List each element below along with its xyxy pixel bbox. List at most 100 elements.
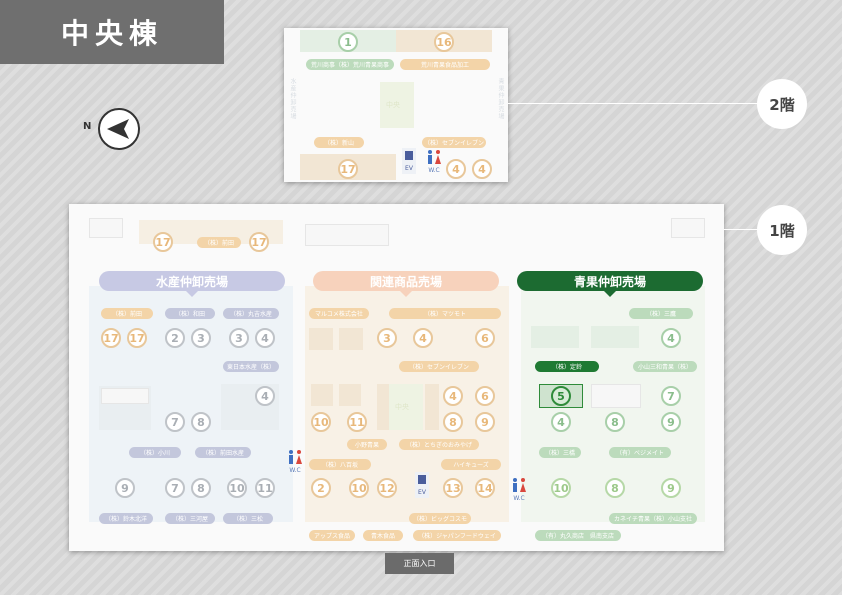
seika-tenant-label: （株）三鷹 <box>629 308 693 319</box>
restroom-icon: W.C <box>289 450 302 474</box>
seika-stall-block <box>591 384 641 408</box>
floor-2-map[interactable]: 1 16 荒川商事（株）荒川青果商事 荒川青果食品加工 水産仲卸売場 青果仲卸売… <box>284 28 508 182</box>
suisan-number: 10 <box>227 478 247 498</box>
elevator-icon: EV <box>415 472 429 498</box>
suisan-tenant-label: 東日本水産（株） <box>223 361 279 372</box>
suisan-number: 7 <box>165 478 185 498</box>
seika-number: 9 <box>661 478 681 498</box>
kanren-number: 12 <box>377 478 397 498</box>
suisan-number: 2 <box>165 328 185 348</box>
seika-number: 9 <box>661 412 681 432</box>
floor2-tenant-label: （株）セブンイレブン <box>422 137 486 148</box>
kanren-number: 10 <box>349 478 369 498</box>
section-seika-header: 青果仲卸売場 <box>517 271 703 297</box>
suisan-number: 4 <box>255 386 275 406</box>
floor2-tenant-label: （株）新山 <box>314 137 364 148</box>
floor1-top-number-17: 17 <box>249 232 269 252</box>
kanren-stall-block <box>309 328 333 350</box>
floor1-top-tenant-label: （株）前田 <box>197 237 241 248</box>
suisan-tenant-label: （株）丸吉水産 <box>223 308 279 319</box>
compass-north-label: N <box>83 121 92 132</box>
seika-number: 8 <box>605 412 625 432</box>
kanren-number: 2 <box>311 478 331 498</box>
suisan-number: 3 <box>229 328 249 348</box>
seika-number: 10 <box>551 478 571 498</box>
suisan-number: 7 <box>165 412 185 432</box>
suisan-number: 11 <box>255 478 275 498</box>
suisan-number: 8 <box>191 478 211 498</box>
seika-number: 4 <box>661 328 681 348</box>
kanren-tenant-label: マルコメ株式会社 <box>309 308 369 319</box>
section-kanren-header: 関連商品売場 <box>313 271 499 297</box>
suisan-stall-block <box>101 388 149 404</box>
svg-text:EV: EV <box>418 489 427 496</box>
compass-arrow-icon <box>98 108 140 150</box>
kanren-stall-block <box>339 384 361 406</box>
seika-number: 8 <box>605 478 625 498</box>
seika-tenant-label: （株）三橋 <box>539 447 581 458</box>
seika-highlighted-tenant-label[interactable]: （株）定鈴 <box>535 361 599 372</box>
kanren-tenant-label: （株）マツモト <box>389 308 501 319</box>
kanren-number: 4 <box>413 328 433 348</box>
elevator-icon: EV <box>402 148 416 174</box>
suisan-number: 4 <box>255 328 275 348</box>
suisan-number: 17 <box>101 328 121 348</box>
kanren-number: 4 <box>443 386 463 406</box>
kanren-tenant-label: （株）八百坂 <box>309 459 371 470</box>
svg-text:EV: EV <box>405 165 414 172</box>
building-title: 中央棟 <box>0 0 224 64</box>
floor1-top-block <box>89 218 123 238</box>
seika-highlighted-number[interactable]: 5 <box>551 386 571 406</box>
suisan-tenant-label: （株）三松 <box>223 513 273 524</box>
kanren-tenant-label: 青木食品 <box>363 530 403 541</box>
kanren-number: 9 <box>475 412 495 432</box>
kanren-tenant-label: （株）とちぎのおみやげ <box>399 439 479 450</box>
suisan-tenant-label: （株）鈴木北洋 <box>99 513 153 524</box>
suisan-number: 8 <box>191 412 211 432</box>
floor1-top-block <box>671 218 705 238</box>
floor2-number-4: 4 <box>472 159 492 179</box>
floor-1-badge[interactable]: 1階 <box>757 205 807 255</box>
svg-text:W.C: W.C <box>428 167 439 174</box>
seika-tenant-label: カネイチ青果（株）小山支社 <box>609 513 697 524</box>
floor-2-badge[interactable]: 2階 <box>757 79 807 129</box>
kanren-stall-block <box>425 384 439 430</box>
suisan-tenant-label: （株）前田水産 <box>195 447 251 458</box>
seika-number: 7 <box>661 386 681 406</box>
suisan-tenant-label: （株）和田 <box>165 308 215 319</box>
suisan-tenant-label: （株）前田 <box>101 308 153 319</box>
main-entrance-label: 正面入口 <box>385 553 454 574</box>
kanren-stall-block <box>339 328 363 350</box>
kanren-number: 8 <box>443 412 463 432</box>
kanren-number: 11 <box>347 412 367 432</box>
seika-tenant-label: 小山三和青果（株） <box>633 361 697 372</box>
floor2-tenant-label: 荒川青果食品加工 <box>400 59 490 70</box>
floor-2-leader-line <box>508 103 758 104</box>
kanren-center-block: 中央 <box>389 384 423 430</box>
seika-number: 4 <box>551 412 571 432</box>
kanren-tenant-label: （株）ビッグコスモ <box>409 513 471 524</box>
restroom-icon: W.C <box>513 478 526 502</box>
floor2-number-17: 17 <box>338 159 358 179</box>
kanren-number: 6 <box>475 328 495 348</box>
kanren-tenant-label: （株）ジャパンフードウェイ <box>413 530 501 541</box>
floor2-number-1: 1 <box>338 32 358 52</box>
svg-text:W.C: W.C <box>289 467 300 474</box>
kanren-number: 13 <box>443 478 463 498</box>
floor2-number-16: 16 <box>434 32 454 52</box>
svg-text:W.C: W.C <box>513 495 524 502</box>
floor1-top-block <box>305 224 389 246</box>
seika-stall-block <box>531 326 579 348</box>
floor-1-map[interactable]: 17 （株）前田 17 水産仲卸売場 関連商品売場 青果仲卸売場 （株）前田 （… <box>69 204 724 551</box>
kanren-number: 10 <box>311 412 331 432</box>
floor2-number-4: 4 <box>446 159 466 179</box>
kanren-tenant-label: アップス食品 <box>309 530 355 541</box>
suisan-tenant-label: （株）三河屋 <box>165 513 215 524</box>
floor-1-leader-line <box>724 229 758 230</box>
restroom-icon: W.C <box>428 150 441 174</box>
floor2-center-label: 中央 <box>386 101 400 109</box>
seika-tenant-label: （有）丸久商店 県南支店 <box>535 530 621 541</box>
kanren-number: 14 <box>475 478 495 498</box>
suisan-number: 3 <box>191 328 211 348</box>
kanren-stall-block <box>311 384 333 406</box>
